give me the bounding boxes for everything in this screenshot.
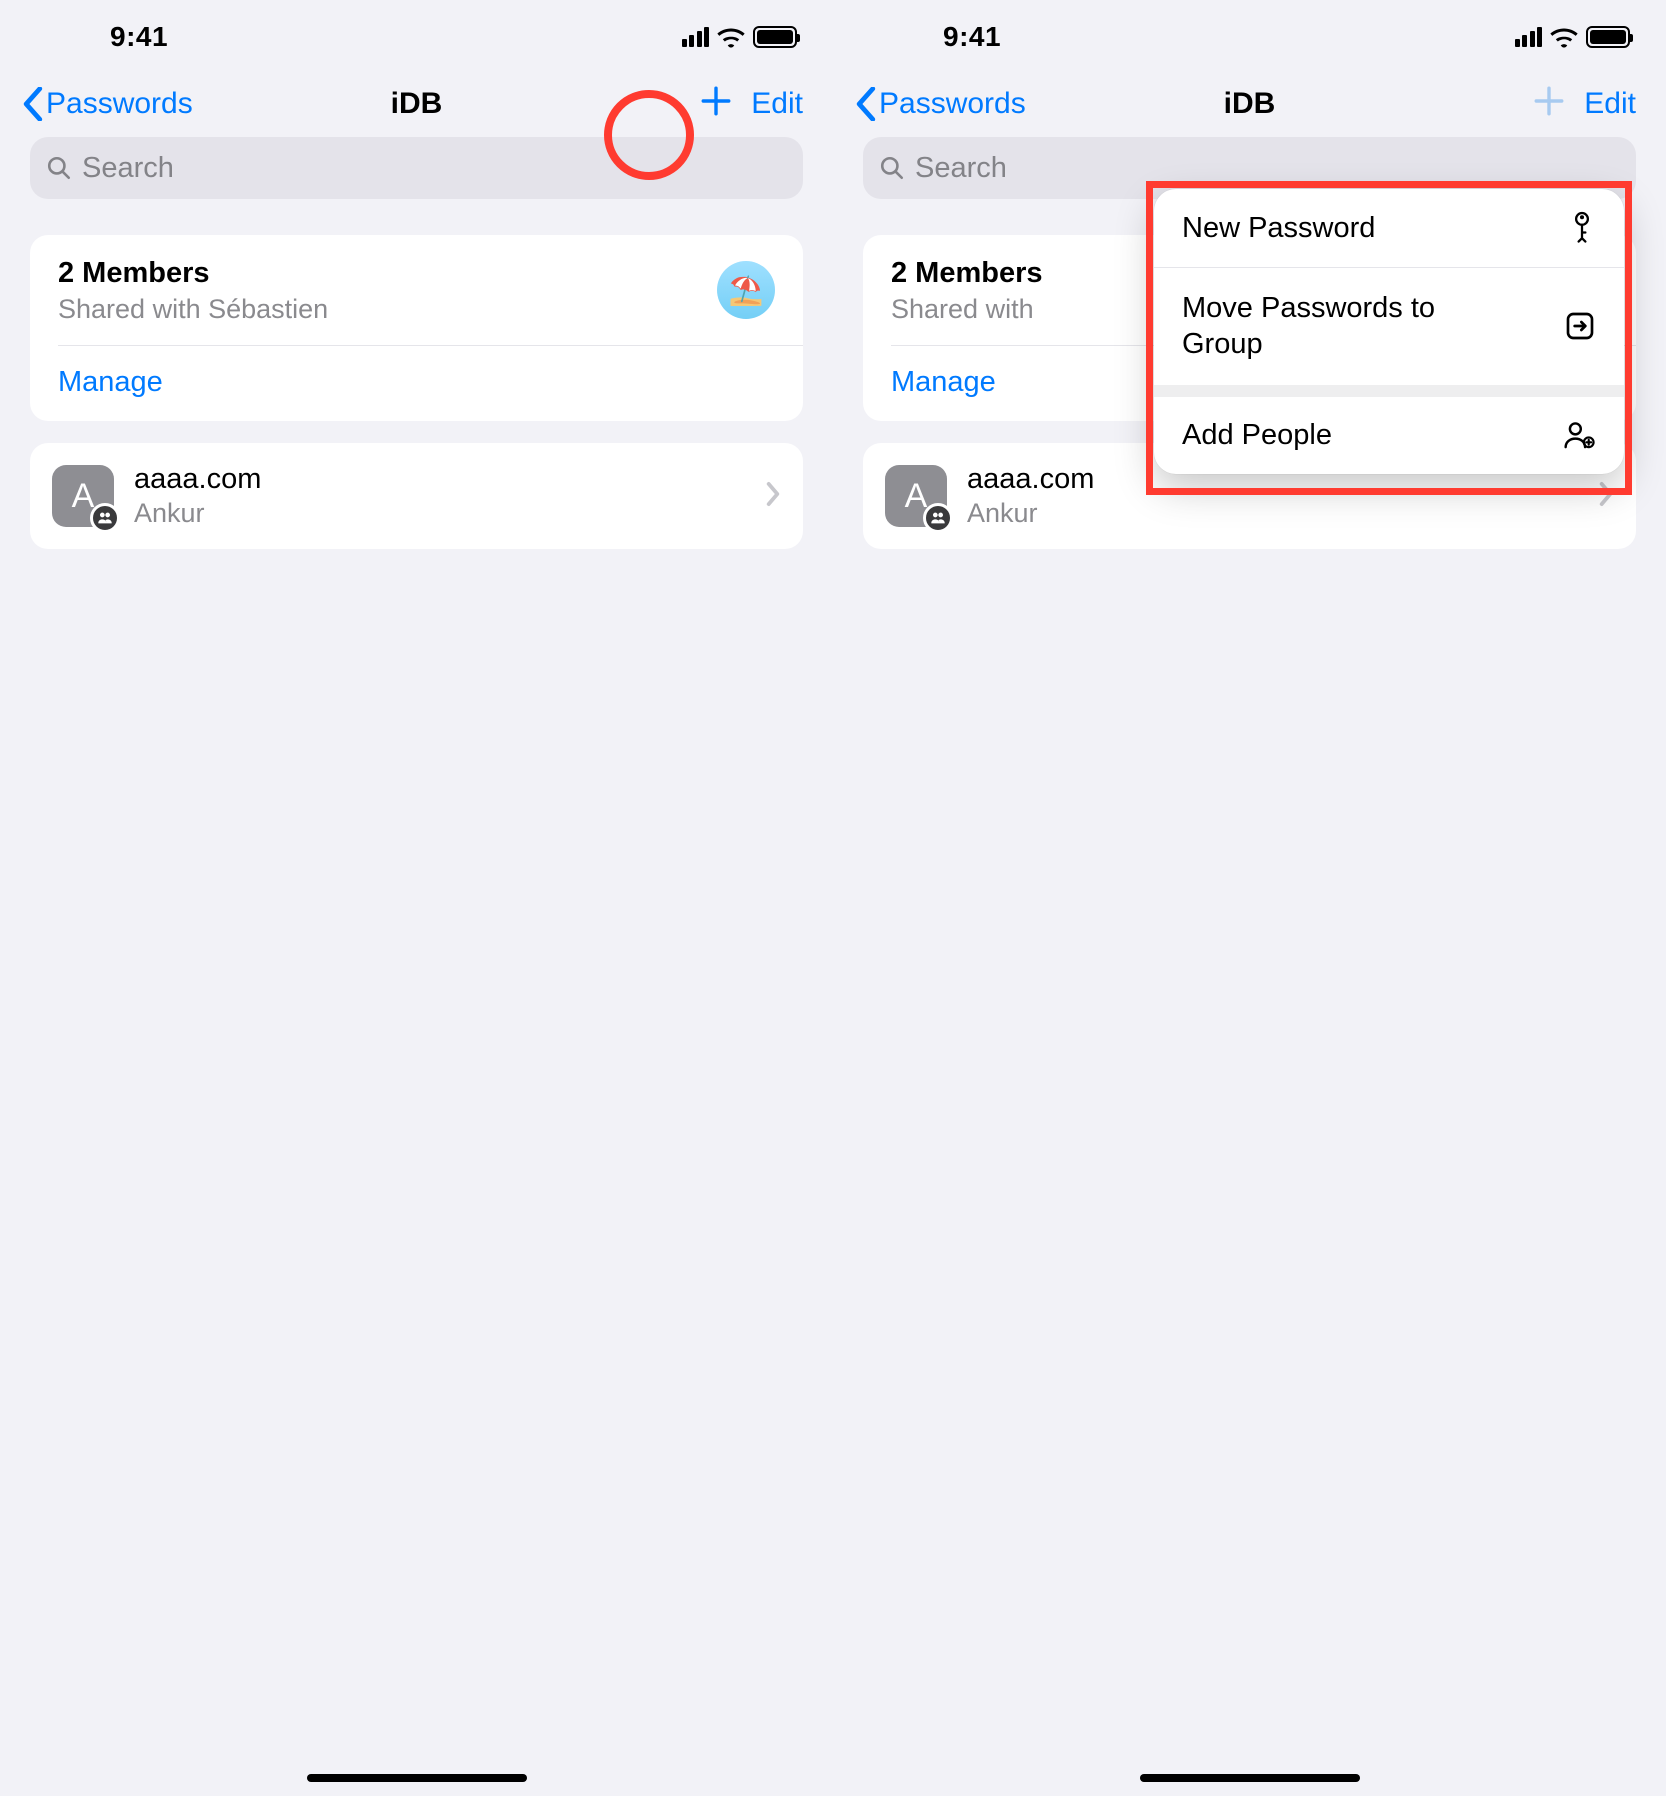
status-time: 9:41 — [110, 21, 168, 53]
site-username: Ankur — [967, 498, 1578, 529]
add-menu-popup: New Password Move Passwords to Group Add… — [1154, 189, 1624, 474]
key-icon — [1568, 211, 1596, 245]
members-count: 2 Members — [58, 257, 777, 290]
edit-button[interactable]: Edit — [751, 87, 803, 121]
back-button[interactable]: Passwords — [855, 87, 1026, 121]
status-indicators — [682, 26, 798, 48]
menu-item-move-passwords[interactable]: Move Passwords to Group — [1154, 268, 1624, 385]
battery-icon — [753, 26, 797, 48]
status-time: 9:41 — [943, 21, 1001, 53]
cellular-icon — [682, 27, 710, 47]
password-list: A aaaa.com Ankur — [30, 443, 803, 549]
add-button[interactable] — [1532, 84, 1566, 123]
chevron-left-icon — [855, 87, 877, 121]
home-indicator — [1140, 1774, 1360, 1782]
chevron-right-icon — [1598, 481, 1614, 512]
nav-bar: Passwords iDB Edit — [833, 74, 1666, 137]
shared-with-label: Shared with Sébastien — [58, 294, 777, 325]
status-bar: 9:41 — [833, 0, 1666, 74]
back-button[interactable]: Passwords — [22, 87, 193, 121]
member-avatar: ⛱️ — [717, 261, 775, 319]
edit-button[interactable]: Edit — [1584, 87, 1636, 121]
search-placeholder: Search — [915, 152, 1007, 185]
chevron-right-icon — [765, 481, 781, 512]
site-icon-wrap: A — [52, 465, 114, 527]
menu-item-label: New Password — [1182, 212, 1375, 245]
shared-badge-icon — [90, 503, 120, 533]
screenshot-left: 9:41 Passwords iDB Edit — [0, 0, 833, 1796]
back-label: Passwords — [46, 87, 193, 121]
search-icon — [46, 155, 72, 181]
screenshot-right: 9:41 Passwords iDB Edit — [833, 0, 1666, 1796]
shared-badge-icon — [923, 503, 953, 533]
group-members-row[interactable]: 2 Members Shared with Sébastien ⛱️ — [30, 235, 803, 345]
menu-item-label: Move Passwords to Group — [1182, 290, 1502, 363]
menu-item-new-password[interactable]: New Password — [1154, 189, 1624, 267]
search-input[interactable]: Search — [30, 137, 803, 199]
move-to-icon — [1564, 310, 1596, 342]
cellular-icon — [1515, 27, 1543, 47]
site-title: aaaa.com — [134, 463, 745, 496]
wifi-icon — [1550, 26, 1578, 48]
site-icon-wrap: A — [885, 465, 947, 527]
group-info-card: 2 Members Shared with Sébastien ⛱️ Manag… — [30, 235, 803, 421]
chevron-left-icon — [22, 87, 44, 121]
nav-bar: Passwords iDB Edit — [0, 74, 833, 137]
wifi-icon — [717, 26, 745, 48]
back-label: Passwords — [879, 87, 1026, 121]
site-username: Ankur — [134, 498, 745, 529]
search-placeholder: Search — [82, 152, 174, 185]
person-add-icon — [1562, 420, 1596, 450]
status-indicators — [1515, 26, 1631, 48]
search-icon — [879, 155, 905, 181]
plus-icon — [1532, 84, 1566, 118]
home-indicator — [307, 1774, 527, 1782]
plus-icon — [699, 84, 733, 118]
status-bar: 9:41 — [0, 0, 833, 74]
menu-item-add-people[interactable]: Add People — [1154, 397, 1624, 474]
password-item[interactable]: A aaaa.com Ankur — [30, 443, 803, 549]
manage-button[interactable]: Manage — [30, 346, 803, 421]
battery-icon — [1586, 26, 1630, 48]
menu-separator-thick — [1154, 385, 1624, 397]
menu-item-label: Add People — [1182, 419, 1332, 452]
add-button[interactable] — [699, 84, 733, 123]
